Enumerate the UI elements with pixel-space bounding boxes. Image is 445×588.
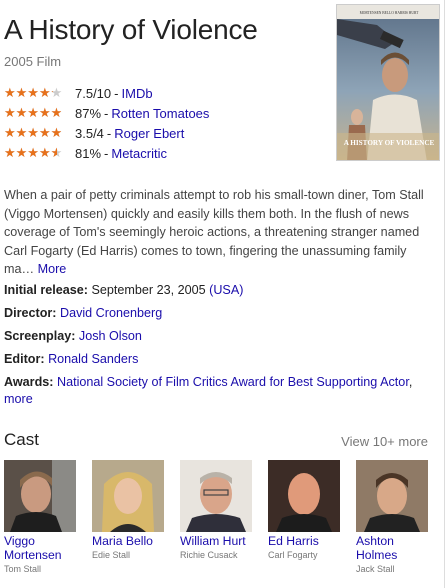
fact-awards-link[interactable]: National Society of Film Critics Award f… [57,375,409,389]
cast-view-more-link[interactable]: View 10+ more [341,434,428,449]
fact-awards-label: Awards: [4,375,54,389]
cast-name[interactable]: Viggo Mortensen [4,534,78,562]
rating-value: 81% [75,145,102,161]
rating-row: ★★★★★ ★★★★★ 3.5/4- Roger Ebert [4,123,209,143]
fact-editor-link[interactable]: Ronald Sanders [48,352,138,366]
cast-photo[interactable] [4,460,76,532]
movie-poster[interactable]: MORTENSEN BELLO HARRIS HURT A HISTORY OF… [336,4,440,161]
rating-separator: - [104,105,109,121]
fact-awards-more-link[interactable]: more [4,392,33,406]
cast-name[interactable]: Maria Bello [92,534,166,548]
cast-role: Jack Stall [356,564,395,574]
fact-editor: Editor: Ronald Sanders [4,351,434,368]
fact-release-label: Initial release: [4,283,88,297]
rating-separator: - [114,85,119,101]
rating-source-link[interactable]: IMDb [122,86,153,101]
fact-awards: Awards: National Society of Film Critics… [4,375,413,406]
cast-role: Edie Stall [92,550,131,560]
fact-release: Initial release: September 23, 2005 (USA… [4,282,434,299]
fact-editor-label: Editor: [4,352,45,366]
fact-director-label: Director: [4,306,57,320]
cast-name[interactable]: Ashton Holmes [356,534,430,562]
fact-screenplay: Screenplay: Josh Olson [4,328,434,345]
rating-row: ★★★★★ ★★★★★ 81% - Metacritic [4,143,209,163]
page-title: A History of Violence [4,14,258,45]
rating-separator: - [106,125,112,141]
rating-value: 87% [75,105,102,121]
star-rating-icon: ★★★★★★★★★★ [4,105,63,121]
facts-list: Initial release: September 23, 2005 (USA… [4,282,434,414]
description-text: When a pair of petty criminals attempt t… [4,188,424,276]
rating-row: ★★★★★ ★★★★★ 87% - Rotten Tomatoes [4,103,209,123]
rating-value: 7.5/10 [75,85,112,101]
ratings-list: ★★★★★★★★★★7.5/10-IMDb★★★★★★★★★★87%-Rotte… [4,83,209,163]
cast-photo[interactable] [180,460,252,532]
cast-card[interactable]: Ashton Holmes Jack Stall [356,460,430,574]
fact-screenplay-label: Screenplay: [4,329,76,343]
cast-role: Tom Stall [4,564,42,574]
star-rating-icon: ★★★★★★★★★★ [4,125,63,141]
rating-row: ★★★★★★★★★★ 7.5/10-IMDb [4,83,209,103]
cast-photo[interactable] [356,460,428,532]
cast-role: Richie Cusack [180,550,238,560]
star-rating-icon: ★★★★★★★★★★ [4,145,63,161]
description: When a pair of petty criminals attempt t… [4,186,434,279]
cast-card[interactable]: Ed Harris Carl Fogarty [268,460,342,560]
cast-card[interactable]: William Hurt Richie Cusack [180,460,254,560]
page-subtitle: 2005 Film [4,54,62,69]
fact-screenplay-link[interactable]: Josh Olson [79,329,142,343]
cast-role: Carl Fogarty [268,550,318,560]
rating-value: 3.5/4 [75,125,104,141]
rating-source-link[interactable]: Metacritic [111,146,167,161]
description-more-link[interactable]: More [38,262,67,276]
cast-heading: Cast [4,430,39,449]
cast-photo[interactable] [92,460,164,532]
poster-title-logo: A HISTORY OF VIOLENCE [344,139,435,147]
poster-cast-names: MORTENSEN BELLO HARRIS HURT [360,11,420,15]
star-rating-icon: ★★★★★★★★★★ [4,85,63,101]
cast-card[interactable]: Viggo Mortensen Tom Stall [4,460,78,574]
knowledge-panel: A History of Violence 2005 Film MORTENSE… [0,0,445,588]
fact-release-country-link[interactable]: (USA) [209,283,243,297]
fact-director: Director: David Cronenberg [4,305,434,322]
cast-photo[interactable] [268,460,340,532]
rating-separator: - [104,145,109,161]
poster-image: MORTENSEN BELLO HARRIS HURT A HISTORY OF… [337,5,439,160]
cast-grid: Viggo Mortensen Tom Stall Maria Bello Ed… [4,460,444,588]
rating-source-link[interactable]: Roger Ebert [114,126,184,141]
fact-release-value: September 23, 2005 [91,283,206,297]
cast-card[interactable]: Maria Bello Edie Stall [92,460,166,560]
rating-source-link[interactable]: Rotten Tomatoes [111,106,209,121]
cast-name[interactable]: William Hurt [180,534,254,548]
cast-name[interactable]: Ed Harris [268,534,342,548]
fact-director-link[interactable]: David Cronenberg [60,306,162,320]
